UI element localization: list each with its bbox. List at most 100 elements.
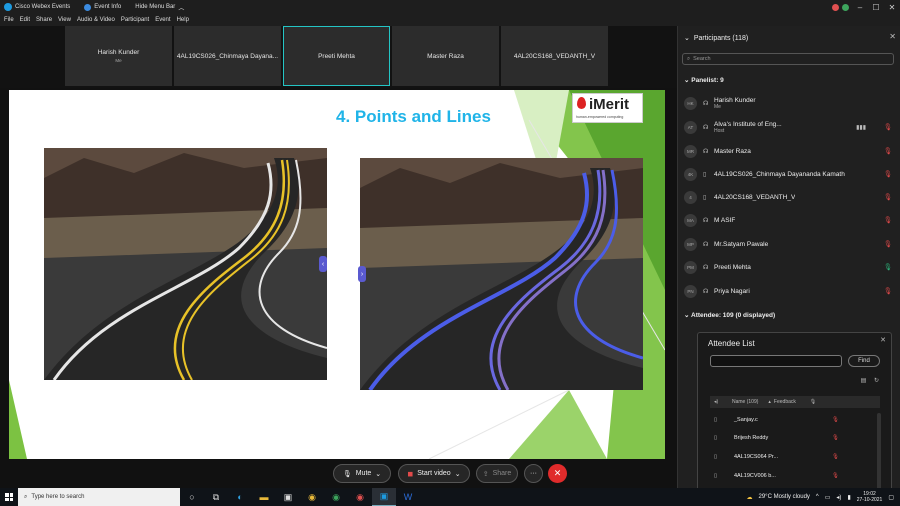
- more-icon: ···: [530, 470, 537, 477]
- weather-text[interactable]: 29°C Mostly cloudy: [759, 494, 810, 500]
- share-label: Share: [492, 470, 512, 477]
- word-icon[interactable]: W: [396, 488, 420, 506]
- panelist-section-header[interactable]: ⌄ Panelist: 9: [684, 76, 724, 84]
- mic-muted-icon[interactable]: 🎙: [884, 240, 892, 248]
- find-button[interactable]: Find: [848, 355, 880, 367]
- webex-taskbar-icon[interactable]: ▣: [372, 488, 396, 506]
- participant-row[interactable]: HK ☊ Harish Kunder Me: [684, 92, 896, 114]
- start-video-button[interactable]: ◼ Start video ⌄: [398, 464, 470, 483]
- weather-icon[interactable]: ☁: [747, 494, 753, 501]
- menu-event[interactable]: Event: [155, 17, 170, 23]
- cortana-icon[interactable]: ○: [180, 488, 204, 506]
- participant-row[interactable]: 4 ▯ 4AL20CS168_VEDANTH_V 🎙: [684, 186, 896, 208]
- column-name[interactable]: Name (109): [732, 399, 758, 405]
- participant-search-input[interactable]: ⌕ Search: [682, 53, 894, 65]
- clock[interactable]: 19:02 27-10-2021: [857, 491, 883, 503]
- participant-row[interactable]: PN ☊ Priya Nagari 🎙: [684, 280, 896, 302]
- menu-audio-video[interactable]: Audio & Video: [77, 17, 115, 23]
- menu-help[interactable]: Help: [177, 17, 189, 23]
- participants-header[interactable]: ⌄ Participants (118) ✕: [684, 32, 896, 44]
- microphone-icon: 🎙: [342, 470, 352, 478]
- avatar[interactable]: [832, 3, 839, 11]
- mic-muted-icon[interactable]: 🎙: [884, 123, 892, 131]
- mute-button[interactable]: 🎙 Mute ⌄: [333, 464, 391, 483]
- menu-participant[interactable]: Participant: [121, 17, 149, 23]
- search-icon: ⌕: [24, 493, 28, 500]
- avatar: 4K: [684, 167, 697, 181]
- notifications-icon[interactable]: ▢: [888, 494, 894, 501]
- mic-muted-icon[interactable]: 🎙: [832, 435, 839, 441]
- attendee-search-input[interactable]: [710, 355, 842, 367]
- phone-device-icon: ▯: [703, 194, 707, 201]
- start-button[interactable]: [0, 488, 18, 506]
- more-options-button[interactable]: ···: [524, 464, 543, 483]
- attendee-row[interactable]: ▯ 4AL19CV006 b... 🎙: [710, 467, 875, 485]
- menu-share[interactable]: Share: [36, 17, 52, 23]
- store-icon[interactable]: ▣: [276, 488, 300, 506]
- column-feedback[interactable]: Feedback: [774, 399, 796, 405]
- sort-icon: ▴: [768, 399, 771, 405]
- shared-content-area: 4. Points and Lines iMerit human-empower…: [0, 88, 677, 462]
- mic-muted-icon[interactable]: 🎙: [884, 216, 892, 224]
- edge-icon[interactable]: ◐: [228, 488, 252, 506]
- mic-muted-icon[interactable]: 🎙: [884, 287, 892, 295]
- attendee-row[interactable]: ▯ 4AL19CS064 Pr... 🎙: [710, 448, 875, 466]
- chrome-icon[interactable]: ◉: [300, 488, 324, 506]
- meeting-controls: 🎙 Mute ⌄ ◼ Start video ⌄ ⇪ Share ··· ✕: [0, 462, 677, 488]
- hide-menu-bar-button[interactable]: Hide Menu Bar ︿: [135, 3, 184, 12]
- network-icon[interactable]: ▭: [825, 494, 831, 501]
- attendee-row[interactable]: ▯ _Sanjay.c 🎙: [710, 411, 875, 429]
- attendee-scrollbar[interactable]: [877, 413, 881, 493]
- mic-on-icon[interactable]: 🎙: [884, 263, 892, 271]
- mic-muted-icon[interactable]: 🎙: [884, 170, 892, 178]
- mic-muted-icon[interactable]: 🎙: [832, 454, 839, 460]
- share-button[interactable]: ⇪ Share: [476, 464, 518, 483]
- mic-muted-icon[interactable]: 🎙: [832, 417, 839, 423]
- end-meeting-button[interactable]: ✕: [548, 464, 567, 483]
- video-tile[interactable]: Harish Kunder Me: [65, 26, 172, 86]
- chrome-icon[interactable]: ◉: [324, 488, 348, 506]
- event-info-label: Event Info: [94, 4, 122, 10]
- avatar: AT: [684, 120, 697, 134]
- attendee-section-header[interactable]: ⌄ Attendee: 109 (0 displayed): [684, 311, 775, 319]
- chevron-up-icon[interactable]: ^: [816, 494, 819, 500]
- next-slide-handle[interactable]: ›: [358, 266, 366, 282]
- presentation-slide: 4. Points and Lines iMerit human-empower…: [9, 90, 665, 459]
- chrome-icon[interactable]: ◉: [348, 488, 372, 506]
- taskbar-search-input[interactable]: ⌕ Type here to search: [18, 488, 180, 506]
- participant-row[interactable]: 4K ▯ 4AL19CS026_Chinmaya Dayananda Kamat…: [684, 163, 896, 185]
- file-explorer-icon[interactable]: ▬: [252, 488, 276, 506]
- avatar[interactable]: [842, 3, 849, 11]
- mute-label: Mute: [355, 470, 372, 477]
- menu-file[interactable]: File: [4, 17, 14, 23]
- mic-muted-icon[interactable]: 🎙: [832, 473, 839, 479]
- participant-row[interactable]: PM ☊ Preeti Mehta 🎙: [684, 256, 896, 278]
- close-icon[interactable]: ✕: [880, 336, 886, 344]
- participant-row[interactable]: AT ☊ Alva's Institute of Eng... Host ▮▮▮…: [684, 116, 896, 138]
- menu-view[interactable]: View: [58, 17, 71, 23]
- attendee-row[interactable]: ▯ Brijesh Reddy 🎙: [710, 429, 875, 447]
- refresh-icon[interactable]: ↻: [874, 378, 879, 384]
- headset-icon: ☊: [703, 264, 709, 271]
- maximize-icon[interactable]: ☐: [868, 0, 884, 14]
- video-tile[interactable]: 4AL19CS026_Chinmaya Dayana...: [174, 26, 281, 86]
- export-icon[interactable]: ▤: [861, 378, 867, 384]
- minimize-icon[interactable]: –: [852, 0, 868, 14]
- volume-icon[interactable]: ◂): [836, 494, 841, 501]
- menu-edit[interactable]: Edit: [20, 17, 30, 23]
- windows-logo-icon: [5, 493, 13, 501]
- mic-muted-icon[interactable]: 🎙: [884, 147, 892, 155]
- video-tile[interactable]: 4AL20CS168_VEDANTH_V: [501, 26, 608, 86]
- close-icon[interactable]: ✕: [884, 0, 900, 14]
- participant-row[interactable]: MA ☊ M ASIF 🎙: [684, 209, 896, 231]
- close-icon[interactable]: ✕: [889, 32, 896, 41]
- video-tile-active[interactable]: Preeti Mehta: [283, 26, 390, 86]
- video-tile[interactable]: Master Raza: [392, 26, 499, 86]
- task-view-icon[interactable]: ⧉: [204, 488, 228, 506]
- participant-row[interactable]: MP ☊ Mr.Satyam Pawale 🎙: [684, 233, 896, 255]
- battery-icon[interactable]: ▮: [847, 494, 850, 501]
- participant-row[interactable]: MR ☊ Master Raza 🎙: [684, 140, 896, 162]
- mic-muted-icon[interactable]: 🎙: [884, 193, 892, 201]
- previous-slide-handle[interactable]: ‹: [319, 256, 327, 272]
- event-info-button[interactable]: Event Info: [84, 3, 122, 11]
